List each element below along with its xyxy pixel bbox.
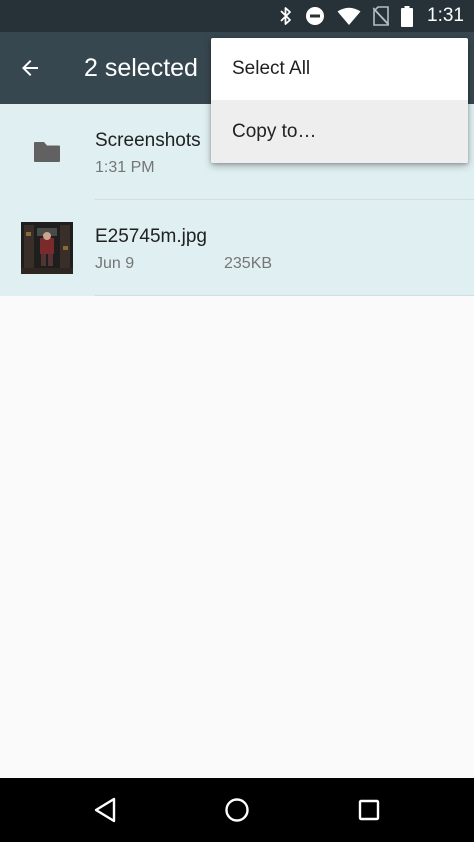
selection-count-title: 2 selected [84, 54, 198, 82]
menu-item-copy-to[interactable]: Copy to… [211, 100, 468, 163]
recents-square-icon [358, 799, 380, 821]
folder-icon [21, 126, 73, 178]
status-icons: 1:31 [279, 0, 464, 32]
back-button[interactable] [6, 44, 54, 92]
list-item-image[interactable]: E25745m.jpg Jun 9 235KB [0, 200, 474, 296]
nav-back-button[interactable] [75, 786, 135, 834]
file-date: Jun 9 [95, 255, 135, 272]
file-name: E25745m.jpg [95, 226, 207, 247]
image-thumbnail [21, 222, 73, 274]
no-sim-icon [373, 6, 390, 26]
menu-item-select-all[interactable]: Select All [211, 38, 468, 100]
home-circle-icon [225, 798, 249, 822]
overflow-menu: Select All Copy to… [211, 38, 468, 163]
file-date: 1:31 PM [95, 159, 155, 176]
battery-icon [401, 5, 414, 27]
nav-recents-button[interactable] [339, 786, 399, 834]
row-divider [95, 295, 474, 296]
back-triangle-icon [94, 797, 116, 823]
navigation-bar [0, 778, 474, 842]
wifi-icon [337, 7, 361, 25]
status-bar: 1:31 [0, 0, 474, 32]
arrow-back-icon [22, 60, 38, 76]
do-not-disturb-icon [306, 7, 325, 25]
file-size: 235KB [224, 255, 273, 272]
bluetooth-icon [280, 7, 291, 25]
status-clock: 1:31 [427, 5, 464, 26]
file-name: Screenshots [95, 130, 201, 151]
nav-home-button[interactable] [207, 786, 267, 834]
